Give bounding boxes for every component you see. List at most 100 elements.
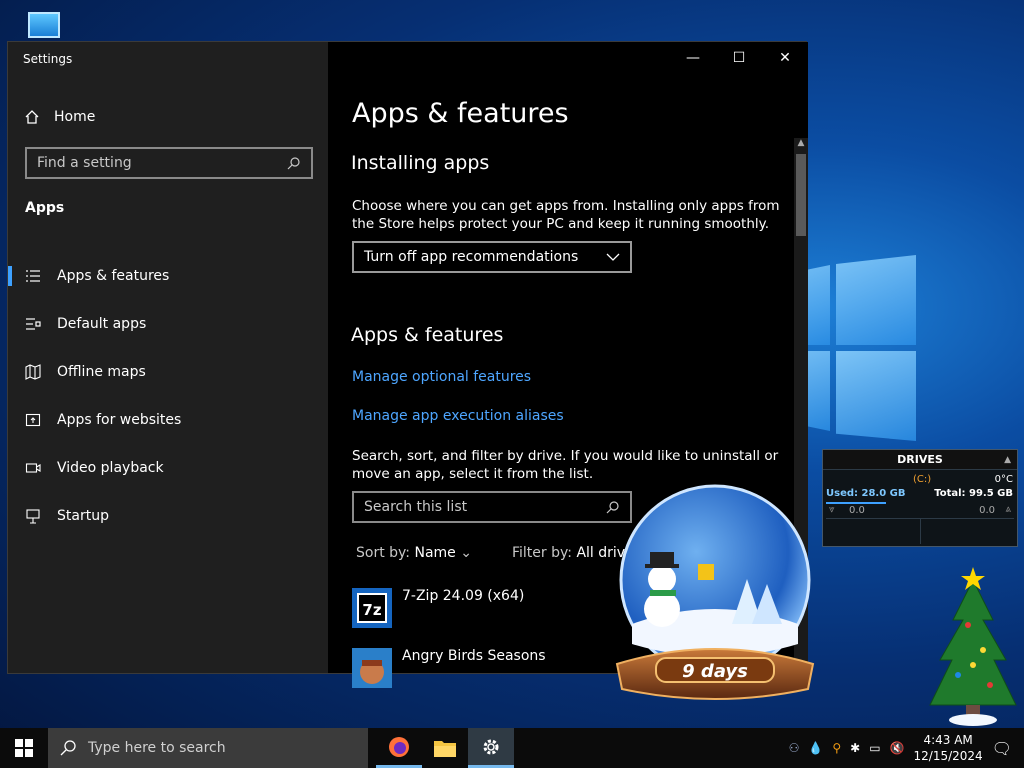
sidebar-section-title: Apps: [25, 200, 65, 216]
video-icon: [25, 463, 41, 473]
network-user-icon[interactable]: ⚇: [789, 741, 800, 755]
find-setting-input[interactable]: Find a setting: [25, 147, 313, 179]
write-icon: ⩓: [1005, 504, 1011, 515]
home-icon: [25, 110, 39, 124]
sidebar-item-label: Offline maps: [57, 364, 146, 380]
chevron-down-icon: [606, 253, 620, 261]
file-explorer-icon: [434, 741, 456, 757]
search-icon: [60, 740, 76, 756]
installing-apps-heading: Installing apps: [351, 152, 490, 174]
drives-title-text: DRIVES: [897, 453, 943, 466]
volume-muted-icon[interactable]: 🔇: [890, 741, 905, 755]
startup-icon: [26, 509, 40, 524]
sidebar-nav: Apps & features Default apps Offline map…: [8, 252, 328, 540]
clock-time: 4:43 AM: [923, 733, 973, 747]
taskbar: Type here to search ⚇ 💧 ⚲ ✱ ▭ 🔇 4:43 AM …: [0, 728, 1024, 768]
sidebar-item-home[interactable]: Home: [24, 106, 95, 128]
close-button[interactable]: ✕: [762, 42, 808, 74]
filter-label: Filter by:: [511, 545, 572, 561]
sidebar-item-label: Default apps: [57, 316, 147, 332]
sidebar-item-label: Video playback: [57, 460, 164, 476]
map-icon: [25, 364, 41, 380]
app-list-item[interactable]: 7z 7-Zip 24.09 (x64): [352, 588, 524, 628]
chevron-down-icon: ⌄: [460, 545, 472, 561]
taskbar-clock[interactable]: 4:43 AM 12/15/2024: [914, 732, 983, 764]
svg-text:7z: 7z: [362, 601, 381, 619]
drive-letter: (C:): [913, 474, 932, 485]
start-button[interactable]: [0, 728, 48, 768]
sort-value: Name: [414, 545, 456, 561]
sidebar-item-video-playback[interactable]: Video playback: [8, 444, 328, 492]
sort-dropdown[interactable]: Sort by: Name ⌄: [356, 545, 472, 561]
sidebar-item-startup[interactable]: Startup: [8, 492, 328, 540]
drives-title: DRIVES ▲: [823, 450, 1017, 470]
settings-sidebar: Settings Home Find a setting Apps Apps &…: [8, 42, 328, 673]
sidebar-item-default-apps[interactable]: Default apps: [8, 300, 328, 348]
installing-apps-description: Choose where you can get apps from. Inst…: [352, 198, 780, 232]
desktop-icon[interactable]: [28, 12, 60, 38]
sort-label: Sort by:: [356, 545, 411, 561]
search-apps-input[interactable]: Search this list: [352, 491, 632, 523]
drive-write-rate: 0.0: [979, 505, 995, 516]
apps-features-description: Search, sort, and filter by drive. If yo…: [352, 448, 779, 482]
sidebar-item-label: Apps for websites: [57, 412, 182, 428]
sidebar-item-label: Apps & features: [57, 268, 170, 284]
snowflake-icon[interactable]: ✱: [850, 741, 860, 755]
scroll-up-arrow[interactable]: ▲: [794, 138, 808, 152]
notifications-icon[interactable]: 🗨: [992, 739, 1012, 758]
snowglobe-gadget: 9 days: [615, 484, 815, 700]
windows-icon: [15, 739, 33, 757]
drive-read-rate: 0.0: [849, 505, 865, 516]
app-list-item[interactable]: Angry Birds Seasons: [352, 648, 546, 688]
drive-activity-graph: [826, 518, 1014, 544]
window-caption-buttons: — ☐ ✕: [670, 42, 808, 74]
drives-gadget: DRIVES ▲ (C:) 0°C Used: 28.0 GB Total: 9…: [822, 449, 1018, 547]
manage-execution-aliases-link[interactable]: Manage app execution aliases: [352, 408, 564, 424]
firefox-icon: [389, 736, 409, 757]
minimize-button[interactable]: —: [670, 42, 716, 74]
7zip-icon: 7z: [352, 588, 392, 628]
sort-filter-bar: Sort by: Name ⌄ Filter by: All drives: [356, 545, 641, 561]
taskbar-search-placeholder: Type here to search: [88, 740, 226, 756]
countdown-label: 9 days: [682, 661, 748, 682]
list-icon: [26, 270, 40, 282]
drive-used: Used: 28.0 GB: [826, 488, 906, 499]
network-icon[interactable]: ▭: [869, 741, 880, 755]
default-apps-icon: [26, 318, 41, 330]
scroll-thumb[interactable]: [796, 154, 806, 236]
app-source-value: Turn off app recommendations: [364, 249, 579, 265]
app-name: Angry Birds Seasons: [402, 648, 546, 664]
web-apps-icon: [25, 413, 41, 427]
sidebar-item-label: Startup: [57, 508, 109, 524]
collapse-icon[interactable]: ▲: [1004, 455, 1011, 465]
app-name: 7-Zip 24.09 (x64): [402, 588, 525, 604]
apps-features-heading: Apps & features: [351, 324, 504, 346]
app-source-dropdown[interactable]: Turn off app recommendations: [352, 241, 632, 273]
angry-birds-icon: [352, 648, 392, 688]
christmas-tree-gadget: [929, 567, 1017, 726]
taskbar-firefox[interactable]: [376, 728, 422, 768]
taskbar-file-explorer[interactable]: [422, 728, 468, 768]
search-apps-placeholder: Search this list: [364, 499, 468, 515]
taskbar-settings[interactable]: [468, 728, 514, 768]
read-icon: ⩔: [829, 504, 835, 515]
window-title: Settings: [23, 52, 73, 66]
search-icon: [287, 157, 300, 170]
drive-total: Total: 99.5 GB: [934, 488, 1013, 499]
drive-usage-bar: [826, 502, 886, 504]
page-title: Apps & features: [352, 98, 569, 129]
maximize-button[interactable]: ☐: [716, 42, 762, 74]
sidebar-item-offline-maps[interactable]: Offline maps: [8, 348, 328, 396]
sidebar-home-label: Home: [54, 109, 96, 125]
clock-date: 12/15/2024: [913, 749, 983, 763]
taskbar-search-box[interactable]: Type here to search: [48, 728, 368, 768]
sidebar-item-apps-features[interactable]: Apps & features: [8, 252, 328, 300]
find-setting-placeholder: Find a setting: [37, 155, 132, 171]
drop-icon[interactable]: 💧: [808, 741, 823, 755]
drive-temp: 0°C: [994, 474, 1013, 485]
system-tray: ⚇ 💧 ⚲ ✱ ▭ 🔇 4:43 AM 12/15/2024 🗨: [789, 728, 1024, 768]
search-tool-icon[interactable]: ⚲: [832, 741, 841, 755]
sidebar-item-apps-for-websites[interactable]: Apps for websites: [8, 396, 328, 444]
manage-optional-features-link[interactable]: Manage optional features: [352, 369, 531, 385]
settings-icon: [483, 739, 499, 754]
